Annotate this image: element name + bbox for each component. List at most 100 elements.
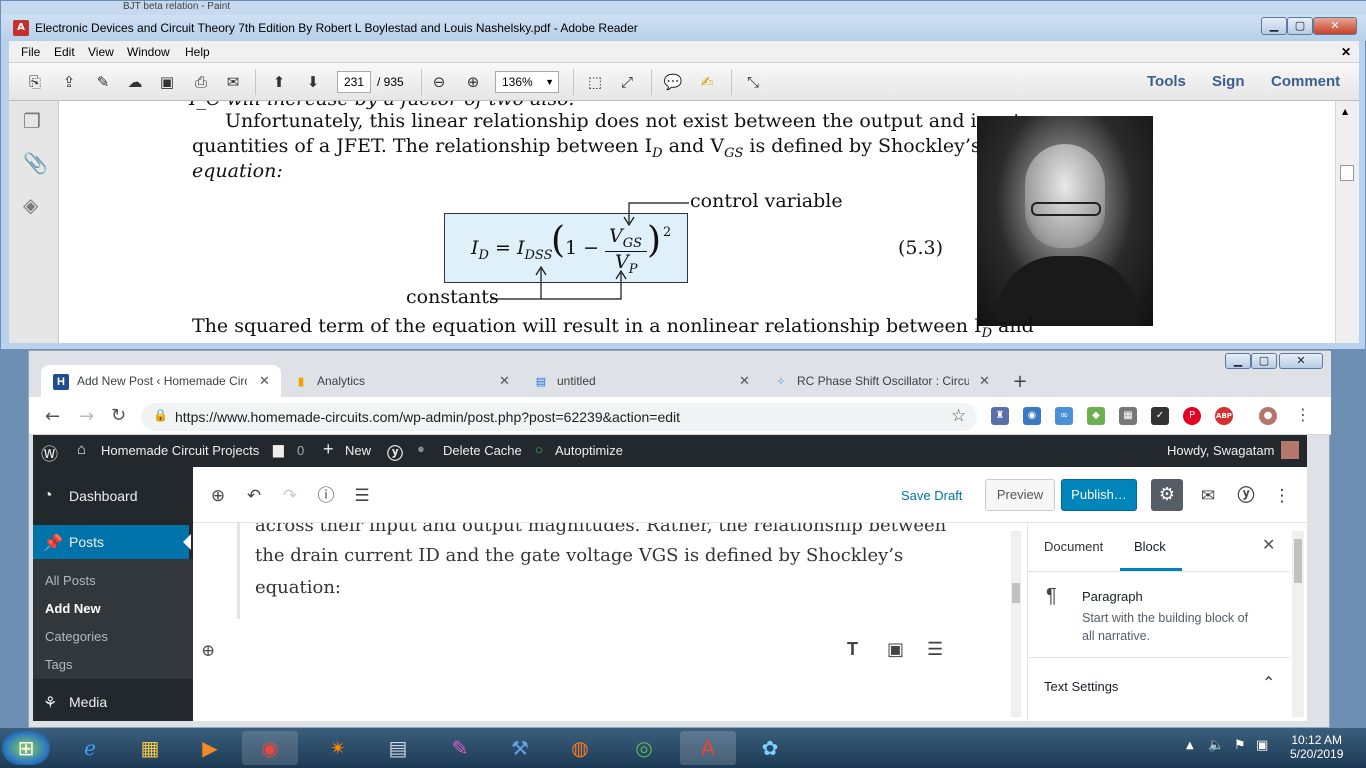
autoptimize-link[interactable]: Autoptimize — [555, 443, 623, 458]
attachment-icon[interactable]: 📎 — [23, 151, 48, 175]
tab-close-icon[interactable]: ✕ — [979, 373, 990, 389]
scroll-up-icon[interactable]: ▲ — [1342, 107, 1348, 116]
forward-icon[interactable]: → — [79, 406, 94, 427]
comment-note-icon[interactable]: 💬 — [661, 71, 685, 93]
image-block-icon[interactable]: ▣ — [887, 639, 904, 660]
new-link[interactable]: New — [345, 443, 371, 458]
close-button[interactable]: ✕ — [1313, 17, 1357, 35]
omnibox[interactable]: 🔒 https://www.homemade-circuits.com/wp-a… — [141, 403, 977, 431]
tab-close-icon[interactable]: ✕ — [739, 373, 750, 389]
pinterest-icon[interactable]: P — [1183, 407, 1201, 425]
undo-icon[interactable]: ↶ — [243, 485, 265, 507]
tray-expand-icon[interactable]: ▲ — [1186, 740, 1194, 751]
mail-icon[interactable]: ✉ — [1197, 485, 1219, 507]
chrome-maximize-button[interactable]: ▢ — [1251, 353, 1277, 369]
user-avatar[interactable] — [1281, 441, 1299, 459]
sidebar-item-media[interactable]: ⚘ Media — [33, 685, 193, 719]
close-panel-icon[interactable]: ✕ — [1262, 535, 1275, 555]
firefox-icon[interactable]: ◍ — [552, 731, 608, 765]
publish-button[interactable]: Publish… — [1061, 479, 1137, 511]
tab-close-icon[interactable]: ✕ — [259, 373, 270, 389]
menu-help[interactable]: Help — [185, 45, 210, 59]
tab-untitled[interactable]: ▤ untitled ✕ — [521, 365, 761, 397]
save-draft-button[interactable]: Save Draft — [901, 488, 962, 503]
list-block-icon[interactable]: ☰ — [927, 639, 943, 660]
check-icon[interactable]: ✓ — [1151, 407, 1169, 425]
comment-link[interactable]: Comment — [1271, 73, 1340, 90]
media-player-icon[interactable]: ▶ — [182, 731, 238, 765]
back-icon[interactable]: ← — [45, 406, 60, 427]
sidebar-item-dashboard[interactable]: ◔ Dashboard — [33, 479, 193, 513]
print-icon[interactable]: ⎙ — [189, 71, 213, 93]
tab-analytics[interactable]: ▮ Analytics ✕ — [281, 365, 521, 397]
minimize-button[interactable]: ▁ — [1261, 17, 1287, 35]
tab-block[interactable]: Block — [1134, 539, 1166, 554]
text-settings-toggle[interactable]: Text Settings — [1044, 679, 1118, 694]
acrobat-icon[interactable]: A — [680, 731, 736, 765]
start-button[interactable]: ⊞ — [2, 731, 50, 765]
close-doc-icon[interactable]: ✕ — [1341, 45, 1351, 59]
menu-edit[interactable]: Edit — [54, 45, 75, 59]
content-line-2[interactable]: the drain current ID and the gate voltag… — [255, 545, 903, 566]
flag-icon[interactable]: ⚑ — [1234, 738, 1246, 753]
chevron-up-icon[interactable]: ⌃ — [1262, 673, 1275, 693]
content-scrollbar[interactable] — [1011, 531, 1021, 717]
info-icon[interactable]: ⓘ — [315, 485, 337, 507]
ie-icon[interactable]: ℯ — [62, 731, 118, 765]
menu-window[interactable]: Window — [127, 45, 170, 59]
pages-icon[interactable]: ❐ — [23, 109, 41, 133]
expand-icon[interactable]: ⤡ — [741, 71, 765, 93]
edit-icon[interactable]: ✎ — [91, 71, 115, 93]
submenu-all-posts[interactable]: All Posts — [45, 573, 96, 588]
tray-clock[interactable]: 10:12 AM 5/20/2019 — [1290, 733, 1343, 761]
tab-add-new-post[interactable]: H Add New Post ‹ Homemade Circu ✕ — [41, 365, 281, 397]
layers-icon[interactable]: ◈ — [23, 193, 38, 217]
outline-icon[interactable]: ☰ — [351, 485, 373, 507]
grid-icon[interactable]: ▦ — [1119, 407, 1137, 425]
content-line-3[interactable]: equation: — [255, 577, 341, 598]
tab-document[interactable]: Document — [1044, 539, 1103, 554]
settings-gear-icon[interactable]: ⚙ — [1151, 479, 1183, 511]
preview-button[interactable]: Preview — [985, 479, 1055, 511]
scroll-thumb[interactable] — [1340, 165, 1354, 181]
maximize-button[interactable]: ▢ — [1287, 17, 1313, 35]
panel-scrollbar[interactable] — [1292, 531, 1304, 717]
wordpress-icon[interactable]: Ⓦ — [41, 440, 58, 465]
fit-width-icon[interactable]: ⤢ — [615, 71, 639, 93]
camera-icon[interactable]: ◉ — [1023, 407, 1041, 425]
panel-scroll-thumb[interactable] — [1294, 539, 1302, 583]
cloud-upload-icon[interactable]: ☁ — [123, 71, 147, 93]
calculator-icon[interactable]: ▤ — [370, 731, 426, 765]
globe-icon[interactable]: ◎ — [616, 731, 672, 765]
next-page-icon[interactable]: ⬇ — [301, 71, 325, 93]
page-number-input[interactable]: 231 — [337, 71, 371, 93]
adblock-icon[interactable]: ABP — [1215, 407, 1233, 425]
cube-icon[interactable]: ◆ — [1087, 407, 1105, 425]
comment-count[interactable]: 0 — [297, 443, 304, 458]
create-pdf-icon[interactable]: ⎘ — [23, 71, 47, 93]
sign-link[interactable]: Sign — [1212, 73, 1245, 90]
extension-icon[interactable]: ♜ — [991, 407, 1009, 425]
comments-icon[interactable]: ▆ — [273, 441, 284, 458]
yoast-editor-icon[interactable]: ⓨ — [1235, 485, 1257, 507]
fit-page-icon[interactable]: ⬚ — [583, 71, 607, 93]
app-star-icon[interactable]: ✴ — [310, 731, 366, 765]
email-icon[interactable]: ✉ — [221, 71, 245, 93]
content-line-1[interactable]: across their input and output magnitudes… — [255, 523, 946, 536]
inline-add-block-icon[interactable]: ⊕ — [201, 641, 215, 661]
sidebar-item-posts[interactable]: 📌 Posts — [33, 525, 191, 559]
submenu-categories[interactable]: Categories — [45, 629, 108, 644]
chrome-icon[interactable]: ◉ — [242, 731, 298, 765]
zoom-out-icon[interactable]: ⊖ — [427, 71, 451, 93]
chrome-minimize-button[interactable]: ▁ — [1225, 353, 1251, 369]
network-icon[interactable]: ▣ — [1256, 738, 1268, 753]
link-icon[interactable]: ∞ — [1055, 407, 1073, 425]
site-name-link[interactable]: Homemade Circuit Projects — [101, 443, 259, 458]
volume-icon[interactable]: 🔈 — [1208, 738, 1224, 753]
tab-rc-phase-shift[interactable]: ✧ RC Phase Shift Oscillator : Circuit ✕ — [761, 365, 1001, 397]
profile-avatar[interactable]: ● — [1259, 407, 1277, 425]
submenu-tags[interactable]: Tags — [45, 657, 72, 672]
zoom-select[interactable]: 136% ▼ — [495, 71, 559, 93]
reload-icon[interactable]: ↻ — [111, 405, 126, 426]
content-scroll-thumb[interactable] — [1012, 583, 1020, 603]
